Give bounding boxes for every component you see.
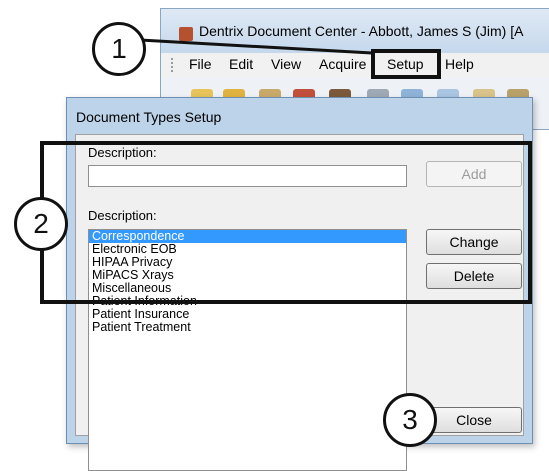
setup-highlight-box bbox=[371, 49, 441, 79]
callout-2: 2 bbox=[14, 197, 68, 251]
callout-1: 1 bbox=[92, 22, 146, 76]
callout-1-pointer bbox=[139, 38, 373, 55]
callout-3: 3 bbox=[383, 393, 437, 447]
description-area-highlight-box bbox=[40, 141, 532, 304]
